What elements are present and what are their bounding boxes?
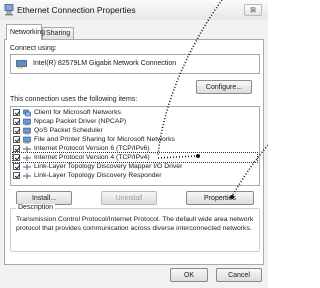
items-label: This connection uses the following items… [10,96,138,103]
list-item[interactable]: File and Printer Sharing for Microsoft N… [13,135,257,144]
protocol-icon [23,172,31,179]
configure-button[interactable]: Configure... [196,80,252,94]
close-icon: ⊠ [250,7,256,14]
adapter-name: Intel(R) 82579LM Gigabit Network Connect… [33,60,177,67]
network-service-icon [23,118,31,125]
properties-window: Ethernet Connection Properties ⊠ Network… [0,0,268,288]
tab-sharing[interactable]: Sharing [42,27,74,39]
list-item[interactable]: Client for Microsoft Networks [13,108,257,117]
install-button[interactable]: Install... [16,191,72,205]
list-item[interactable]: Internet Protocol Version 6 (TCP/IPv6) [13,144,257,153]
checkbox-checked[interactable] [13,172,20,179]
connect-using-label: Connect using: [10,45,57,52]
close-button[interactable]: ⊠ [244,4,262,16]
network-card-icon [16,60,27,69]
network-client-icon [23,109,31,116]
checkbox-checked[interactable] [13,154,20,161]
checkbox-checked[interactable] [13,118,20,125]
network-service-icon [23,136,31,143]
list-item[interactable]: Npcap Packet Driver (NPCAP) [13,117,257,126]
title-bar: Ethernet Connection Properties ⊠ [0,0,268,20]
properties-button[interactable]: Properties [186,191,254,205]
cancel-button[interactable]: Cancel [216,268,262,282]
protocol-icon [23,163,31,170]
tab-networking[interactable]: Networking [6,24,45,40]
list-item[interactable]: Link-Layer Topology Discovery Responder [13,171,257,180]
protocol-icon [23,154,31,161]
checkbox-checked[interactable] [13,145,20,152]
list-item[interactable]: QoS Packet Scheduler [13,126,257,135]
items-list[interactable]: Client for Microsoft Networks Npcap Pack… [10,106,260,186]
description-text: Transmission Control Protocol/Internet P… [16,216,254,232]
description-title: Description [16,204,56,211]
network-adapter-icon [4,4,14,16]
checkbox-checked[interactable] [13,109,20,116]
network-service-icon [23,127,31,134]
list-item-selected[interactable]: Internet Protocol Version 4 (TCP/IPv4) [12,152,258,163]
uninstall-button[interactable]: Uninstall [101,191,157,205]
list-item[interactable]: Link-Layer Topology Discovery Mapper I/O… [13,162,257,171]
checkbox-checked[interactable] [13,163,20,170]
checkbox-checked[interactable] [13,136,20,143]
window-title: Ethernet Connection Properties [17,5,136,15]
ok-button[interactable]: OK [170,268,208,282]
protocol-icon [23,145,31,152]
adapter-field: Intel(R) 82579LM Gigabit Network Connect… [10,54,260,74]
checkbox-checked[interactable] [13,127,20,134]
